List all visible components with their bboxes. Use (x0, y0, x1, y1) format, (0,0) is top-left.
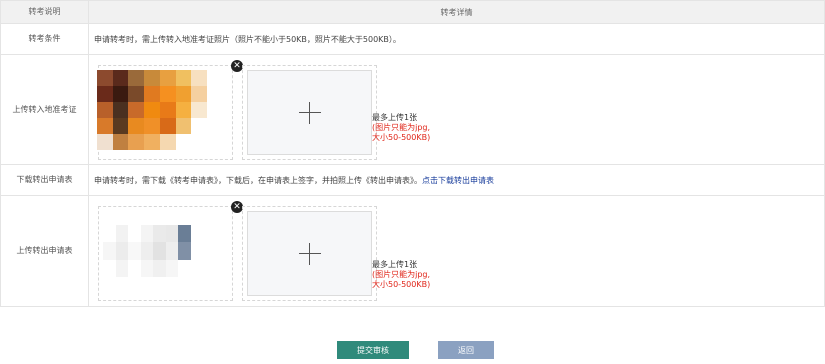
upload-admission-hint: 最多上传1张 (图片只能为jpg, 大小50-500KB) (372, 113, 430, 143)
upload-admission-area: ✕ 最多上传1张 (图片只能为jpg, 大小50-500KB) (89, 55, 824, 164)
submit-review-button[interactable]: 提交审核 (337, 341, 409, 359)
condition-label: 转考条件 (0, 23, 89, 55)
add-image-box[interactable] (242, 65, 377, 160)
upload-form-area: ✕ 最多上传1张 (图片只能为jpg, 大小50-500KB) (89, 196, 824, 305)
hint-max-count: 最多上传1张 (372, 260, 418, 269)
plus-icon (298, 242, 321, 265)
hint-format: (图片只能为jpg, (372, 270, 431, 279)
upload-form-row: 上传转出申请表 ✕ 最多上传1张 (图片只能为jpg, 大小50-500KB) (0, 195, 825, 307)
uploaded-image-thumbnail[interactable]: ✕ (98, 201, 243, 301)
upload-form-hint: 最多上传1张 (图片只能为jpg, 大小50-500KB) (372, 260, 430, 290)
download-form-link[interactable]: 点击下载转出申请表 (422, 176, 494, 185)
blurred-image (103, 225, 191, 277)
add-image-box[interactable] (242, 206, 377, 301)
condition-row: 转考条件 申请转考时，需上传转入地准考证照片（照片不能小于50KB，照片不能大于… (0, 23, 825, 55)
plus-icon (298, 101, 321, 124)
condition-text: 申请转考时，需上传转入地准考证照片（照片不能小于50KB，照片不能大于500KB… (88, 23, 825, 55)
hint-max-count: 最多上传1张 (372, 113, 418, 122)
transfer-exam-table: 转考说明 转考详情 转考条件 申请转考时，需上传转入地准考证照片（照片不能小于5… (0, 0, 825, 307)
download-form-row: 下载转出申请表 申请转考时，需下载《转考申请表》，下载后，在申请表上签字，并拍照… (0, 164, 825, 196)
hint-size: 大小50-500KB) (372, 133, 431, 142)
upload-form-label: 上传转出申请表 (0, 195, 89, 307)
download-form-text: 申请转考时，需下载《转考申请表》，下载后，在申请表上签字，并拍照上传《转出申请表… (94, 175, 422, 185)
uploaded-image-thumbnail[interactable]: ✕ (97, 60, 243, 160)
upload-admission-row: 上传转入地准考证 ✕ 最多上传1张 (图片只能为jpg, 大小50-500KB) (0, 54, 825, 165)
add-image-button[interactable] (247, 70, 372, 155)
blurred-image (97, 70, 207, 150)
hint-format: (图片只能为jpg, (372, 123, 431, 132)
table-header-row: 转考说明 转考详情 (0, 0, 825, 24)
download-form-label: 下载转出申请表 (0, 164, 89, 196)
header-description: 转考说明 (0, 0, 89, 24)
add-image-button[interactable] (247, 211, 372, 296)
hint-size: 大小50-500KB) (372, 280, 431, 289)
header-details: 转考详情 (88, 0, 825, 24)
upload-admission-label: 上传转入地准考证 (0, 54, 89, 165)
back-button[interactable]: 返回 (438, 341, 494, 359)
